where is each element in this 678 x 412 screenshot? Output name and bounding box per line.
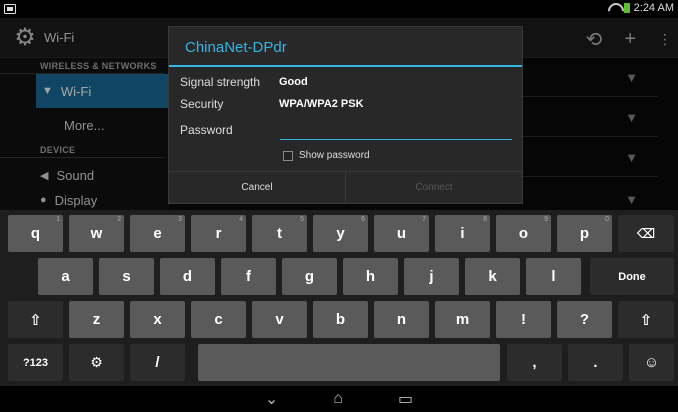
key-x[interactable]: x [130,301,185,338]
dialog-buttons: Cancel Connect [169,171,522,203]
key-d[interactable]: d [160,258,215,295]
symbols-key[interactable]: ?123 [8,344,63,381]
gear-icon: ⚙ [90,354,103,370]
battery-icon [623,3,630,13]
key-b[interactable]: b [313,301,368,338]
key-u[interactable]: u7 [374,215,429,252]
screenshot-icon [4,4,16,14]
emoji-icon: ☺ [643,354,660,371]
key-p[interactable]: p0 [557,215,612,252]
key-v[interactable]: v [252,301,307,338]
comma-key[interactable]: , [507,344,562,381]
key-w[interactable]: w2 [69,215,124,252]
space-key[interactable] [198,344,500,381]
backspace-key[interactable]: ⌫ [618,215,674,252]
key-r[interactable]: r4 [191,215,246,252]
keyboard-settings-key[interactable]: ⚙ [69,344,124,381]
key-z[interactable]: z [69,301,124,338]
navigation-bar: ⌄ ⌂ ▭ [0,386,678,412]
wifi-signal-icon [608,3,620,13]
status-indicators: 2:24 AM [608,2,674,14]
key-q[interactable]: q1 [8,215,63,252]
connect-button[interactable]: Connect [345,172,522,203]
key-a[interactable]: a [38,258,93,295]
key-g[interactable]: g [282,258,337,295]
shift-key-right[interactable]: ⇧ [618,301,674,338]
password-field[interactable] [280,122,512,140]
key-exclamation[interactable]: ! [496,301,551,338]
security-label: Security [180,97,224,111]
security-value: WPA/WPA2 PSK [279,98,364,110]
emoji-key[interactable]: ☺ [629,344,674,381]
key-i[interactable]: i8 [435,215,490,252]
key-f[interactable]: f [221,258,276,295]
dialog-title: ChinaNet-DPdr [169,27,522,67]
done-key[interactable]: Done [590,258,674,295]
key-y[interactable]: y6 [313,215,368,252]
key-l[interactable]: l [526,258,581,295]
show-password-checkbox[interactable] [283,150,293,161]
recents-icon[interactable]: ▭ [398,389,413,409]
slash-key[interactable]: / [130,344,185,381]
shift-icon: ⇧ [639,311,653,329]
period-key[interactable]: . [568,344,623,381]
key-k[interactable]: k [465,258,520,295]
cancel-button[interactable]: Cancel [169,172,345,203]
password-label: Password [180,123,233,137]
signal-strength-value: Good [279,76,308,88]
key-s[interactable]: s [99,258,154,295]
soft-keyboard: q1 w2 e3 r4 t5 y6 u7 i8 o9 p0 ⌫ a s d f … [0,210,678,386]
key-j[interactable]: j [404,258,459,295]
key-t[interactable]: t5 [252,215,307,252]
show-password-row[interactable]: Show password [283,150,370,161]
signal-strength-label: Signal strength [180,75,261,89]
shift-key-left[interactable]: ⇧ [8,301,63,338]
wifi-connect-dialog: ChinaNet-DPdr Signal strength Good Secur… [168,26,523,204]
key-e[interactable]: e3 [130,215,185,252]
key-m[interactable]: m [435,301,490,338]
status-bar: 2:24 AM [0,0,678,18]
home-icon[interactable]: ⌂ [333,390,343,408]
backspace-icon: ⌫ [636,225,656,241]
key-h[interactable]: h [343,258,398,295]
status-time: 2:24 AM [633,2,674,14]
back-icon[interactable]: ⌄ [265,389,278,409]
show-password-label: Show password [299,150,370,161]
key-c[interactable]: c [191,301,246,338]
key-question[interactable]: ? [557,301,612,338]
shift-icon: ⇧ [29,311,42,329]
key-o[interactable]: o9 [496,215,551,252]
key-n[interactable]: n [374,301,429,338]
